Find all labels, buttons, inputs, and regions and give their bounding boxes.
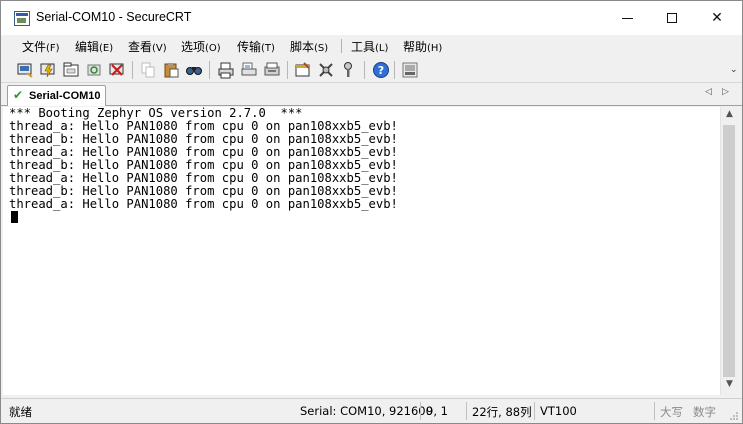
scroll-down-icon[interactable]: ▼ [724, 379, 735, 393]
title-bar[interactable]: Serial-COM10 - SecureCRT ✕ [1, 1, 742, 35]
toolbar-separator [209, 61, 210, 79]
terminal-scrollbar[interactable]: ▲ ▼ [720, 107, 737, 395]
menu-separator [341, 39, 342, 53]
menu-edit-label: 编辑 [75, 40, 100, 54]
connected-check-icon: ✔ [13, 88, 24, 102]
securecrt-window: Serial-COM10 - SecureCRT ✕ 文件(F) 编辑(E) 查… [0, 0, 743, 424]
securecrt-app-icon[interactable] [14, 11, 30, 26]
global-options-icon[interactable] [317, 61, 335, 79]
menu-help-hotkey: (H) [427, 43, 443, 54]
window-title: Serial-COM10 - SecureCRT [36, 10, 192, 24]
status-bar: 就绪 Serial: COM10, 921600 9, 1 22行, 88列 V… [1, 398, 742, 423]
terminal-lines: *** Booting Zephyr OS version 2.7.0 *** … [9, 107, 398, 211]
help-icon[interactable]: ? [372, 61, 390, 79]
tab-scroll-right-icon[interactable]: ▷ [722, 87, 729, 97]
menu-help-label: 帮助 [403, 40, 428, 54]
scroll-up-icon[interactable]: ▲ [724, 109, 735, 123]
menu-view-label: 查看 [128, 40, 153, 54]
menu-options[interactable]: 选项(O) [181, 38, 221, 56]
scrollbar-thumb[interactable] [723, 125, 735, 377]
close-icon: ✕ [711, 10, 723, 26]
disconnect-icon[interactable] [108, 61, 126, 79]
status-cursor-position: 9, 1 [426, 404, 448, 418]
status-num-lock: 数字 [693, 405, 716, 419]
paste-icon[interactable] [162, 61, 180, 79]
menu-edit[interactable]: 编辑(E) [75, 38, 113, 56]
menu-script[interactable]: 脚本(S) [290, 38, 328, 56]
menu-file-hotkey: (F) [46, 43, 60, 54]
print-selection-icon[interactable] [240, 61, 258, 79]
menu-transfer-label: 传输 [237, 40, 262, 54]
sftp-icon[interactable] [401, 61, 419, 79]
toolbar-separator [394, 61, 395, 79]
toolbar-overflow-icon[interactable]: ⌄ [730, 65, 738, 75]
status-separator [420, 402, 421, 420]
status-ready: 就绪 [9, 405, 32, 419]
status-terminal-size: 22行, 88列 [472, 405, 532, 419]
status-separator [654, 402, 655, 420]
connect-in-tab-icon[interactable] [62, 61, 80, 79]
svg-text:?: ? [378, 64, 384, 77]
menu-options-hotkey: (O) [205, 43, 221, 54]
toolbar: ? ⌄ [1, 57, 742, 83]
copy-icon[interactable] [139, 61, 157, 79]
session-options-icon[interactable] [294, 61, 312, 79]
quick-connect-icon[interactable] [39, 61, 57, 79]
keymap-icon[interactable] [340, 61, 358, 79]
terminal-line: thread_a: Hello PAN1080 from cpu 0 on pa… [9, 197, 398, 211]
maximize-button[interactable] [649, 1, 695, 35]
connect-icon[interactable] [16, 61, 34, 79]
find-icon[interactable] [185, 61, 203, 79]
tab-serial-com10[interactable]: ✔ Serial-COM10 [7, 85, 106, 106]
tab-label: Serial-COM10 [29, 90, 101, 102]
minimize-icon [621, 17, 633, 19]
close-button[interactable]: ✕ [694, 1, 740, 35]
menu-tools-hotkey: (L) [375, 43, 389, 54]
menu-help[interactable]: 帮助(H) [403, 38, 442, 56]
menu-options-label: 选项 [181, 40, 206, 54]
menu-file-label: 文件 [22, 40, 47, 54]
status-emulation: VT100 [540, 404, 577, 418]
menu-file[interactable]: 文件(F) [22, 38, 60, 56]
print-screen-icon[interactable] [263, 61, 281, 79]
resize-grip-icon[interactable] [729, 411, 739, 421]
toolbar-separator [132, 61, 133, 79]
menu-edit-hotkey: (E) [99, 43, 114, 54]
menu-view[interactable]: 查看(V) [128, 38, 167, 56]
menu-script-hotkey: (S) [314, 43, 329, 54]
status-separator [534, 402, 535, 420]
menu-tools-label: 工具 [351, 40, 376, 54]
toolbar-separator [287, 61, 288, 79]
menu-bar: 文件(F) 编辑(E) 查看(V) 选项(O) 传输(T) 脚本(S) 工具(L… [1, 35, 742, 57]
status-caps-lock: 大写 [660, 405, 683, 419]
menu-view-hotkey: (V) [152, 43, 167, 54]
reconnect-icon[interactable] [85, 61, 103, 79]
terminal-output[interactable]: *** Booting Zephyr OS version 2.7.0 *** … [3, 107, 720, 395]
menu-transfer[interactable]: 传输(T) [237, 38, 275, 56]
toolbar-separator [364, 61, 365, 79]
status-separator [466, 402, 467, 420]
menu-transfer-hotkey: (T) [261, 43, 275, 54]
terminal-cursor [11, 211, 18, 223]
menu-tools[interactable]: 工具(L) [351, 38, 388, 56]
print-icon[interactable] [217, 61, 235, 79]
tab-scroll-left-icon[interactable]: ◁ [705, 87, 712, 97]
minimize-button[interactable] [604, 1, 650, 35]
maximize-icon [667, 13, 677, 23]
session-tab-strip: ✔ Serial-COM10 ◁ ▷ [1, 83, 742, 106]
status-connection: Serial: COM10, 921600 [300, 404, 433, 418]
menu-script-label: 脚本 [290, 40, 315, 54]
